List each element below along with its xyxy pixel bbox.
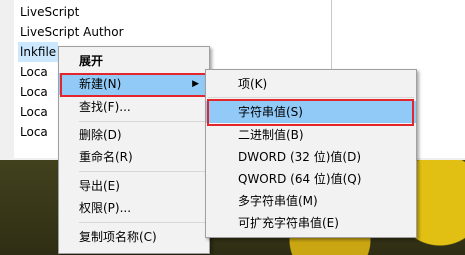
tree-item-livescript-author[interactable]: LiveScript Author (20, 22, 124, 42)
submenu-item-binary-value[interactable]: 二进制值(B) (206, 124, 416, 146)
new-submenu: 项(K) 字符串值(S) 二进制值(B) DWORD (32 位)值(D) QW… (205, 69, 417, 238)
menu-separator (79, 171, 207, 172)
menu-item-label: 项(K) (238, 77, 268, 91)
menu-item-copy-key-name[interactable]: 复制项名称(C) (59, 226, 209, 248)
menu-item-label: DWORD (32 位)值(D) (238, 150, 361, 164)
menu-separator (79, 121, 207, 122)
submenu-item-qword-value[interactable]: QWORD (64 位)值(Q) (206, 168, 416, 190)
submenu-item-dword-value[interactable]: DWORD (32 位)值(D) (206, 146, 416, 168)
menu-item-rename[interactable]: 重命名(R) (59, 146, 209, 168)
menu-item-label: 重命名(R) (79, 150, 133, 164)
menu-item-export[interactable]: 导出(E) (59, 175, 209, 197)
menu-item-label: 复制项名称(C) (79, 230, 157, 244)
annotation-box-string-value (207, 99, 414, 126)
submenu-item-multi-string-value[interactable]: 多字符串值(M) (206, 190, 416, 212)
context-menu: 展开 新建(N) ▶ 查找(F)... 删除(D) 重命名(R) 导出(E) 权… (58, 46, 210, 254)
tree-item-loca-1[interactable]: Loca (20, 62, 48, 82)
menu-item-label: 查找(F)... (79, 100, 131, 114)
tree-item-livescript[interactable]: LiveScript (20, 2, 79, 22)
tree-item-loca-4[interactable]: Loca (20, 122, 48, 142)
tree-item-lnkfile[interactable]: lnkfile (18, 42, 59, 62)
menu-item-label: QWORD (64 位)值(Q) (238, 172, 362, 186)
menu-item-delete[interactable]: 删除(D) (59, 124, 209, 146)
menu-item-label: 多字符串值(M) (238, 194, 318, 208)
menu-item-permissions[interactable]: 权限(P)... (59, 197, 209, 219)
menu-separator (79, 222, 207, 223)
tree-item-loca-2[interactable]: Loca (20, 82, 48, 102)
menu-separator (208, 97, 414, 98)
submenu-item-expandable-string-value[interactable]: 可扩充字符串值(E) (206, 212, 416, 234)
menu-item-label: 权限(P)... (79, 201, 132, 215)
menu-item-label: 删除(D) (79, 128, 122, 142)
menu-item-label: 可扩充字符串值(E) (238, 216, 339, 230)
annotation-box-new (60, 73, 207, 97)
submenu-item-key[interactable]: 项(K) (206, 73, 416, 95)
menu-item-label: 导出(E) (79, 179, 120, 193)
menu-item-label: 展开 (79, 54, 104, 68)
menu-item-expand[interactable]: 展开 (59, 50, 209, 72)
tree-item-loca-3[interactable]: Loca (20, 102, 48, 122)
menu-item-label: 二进制值(B) (238, 128, 304, 142)
menu-item-find[interactable]: 查找(F)... (59, 96, 209, 118)
